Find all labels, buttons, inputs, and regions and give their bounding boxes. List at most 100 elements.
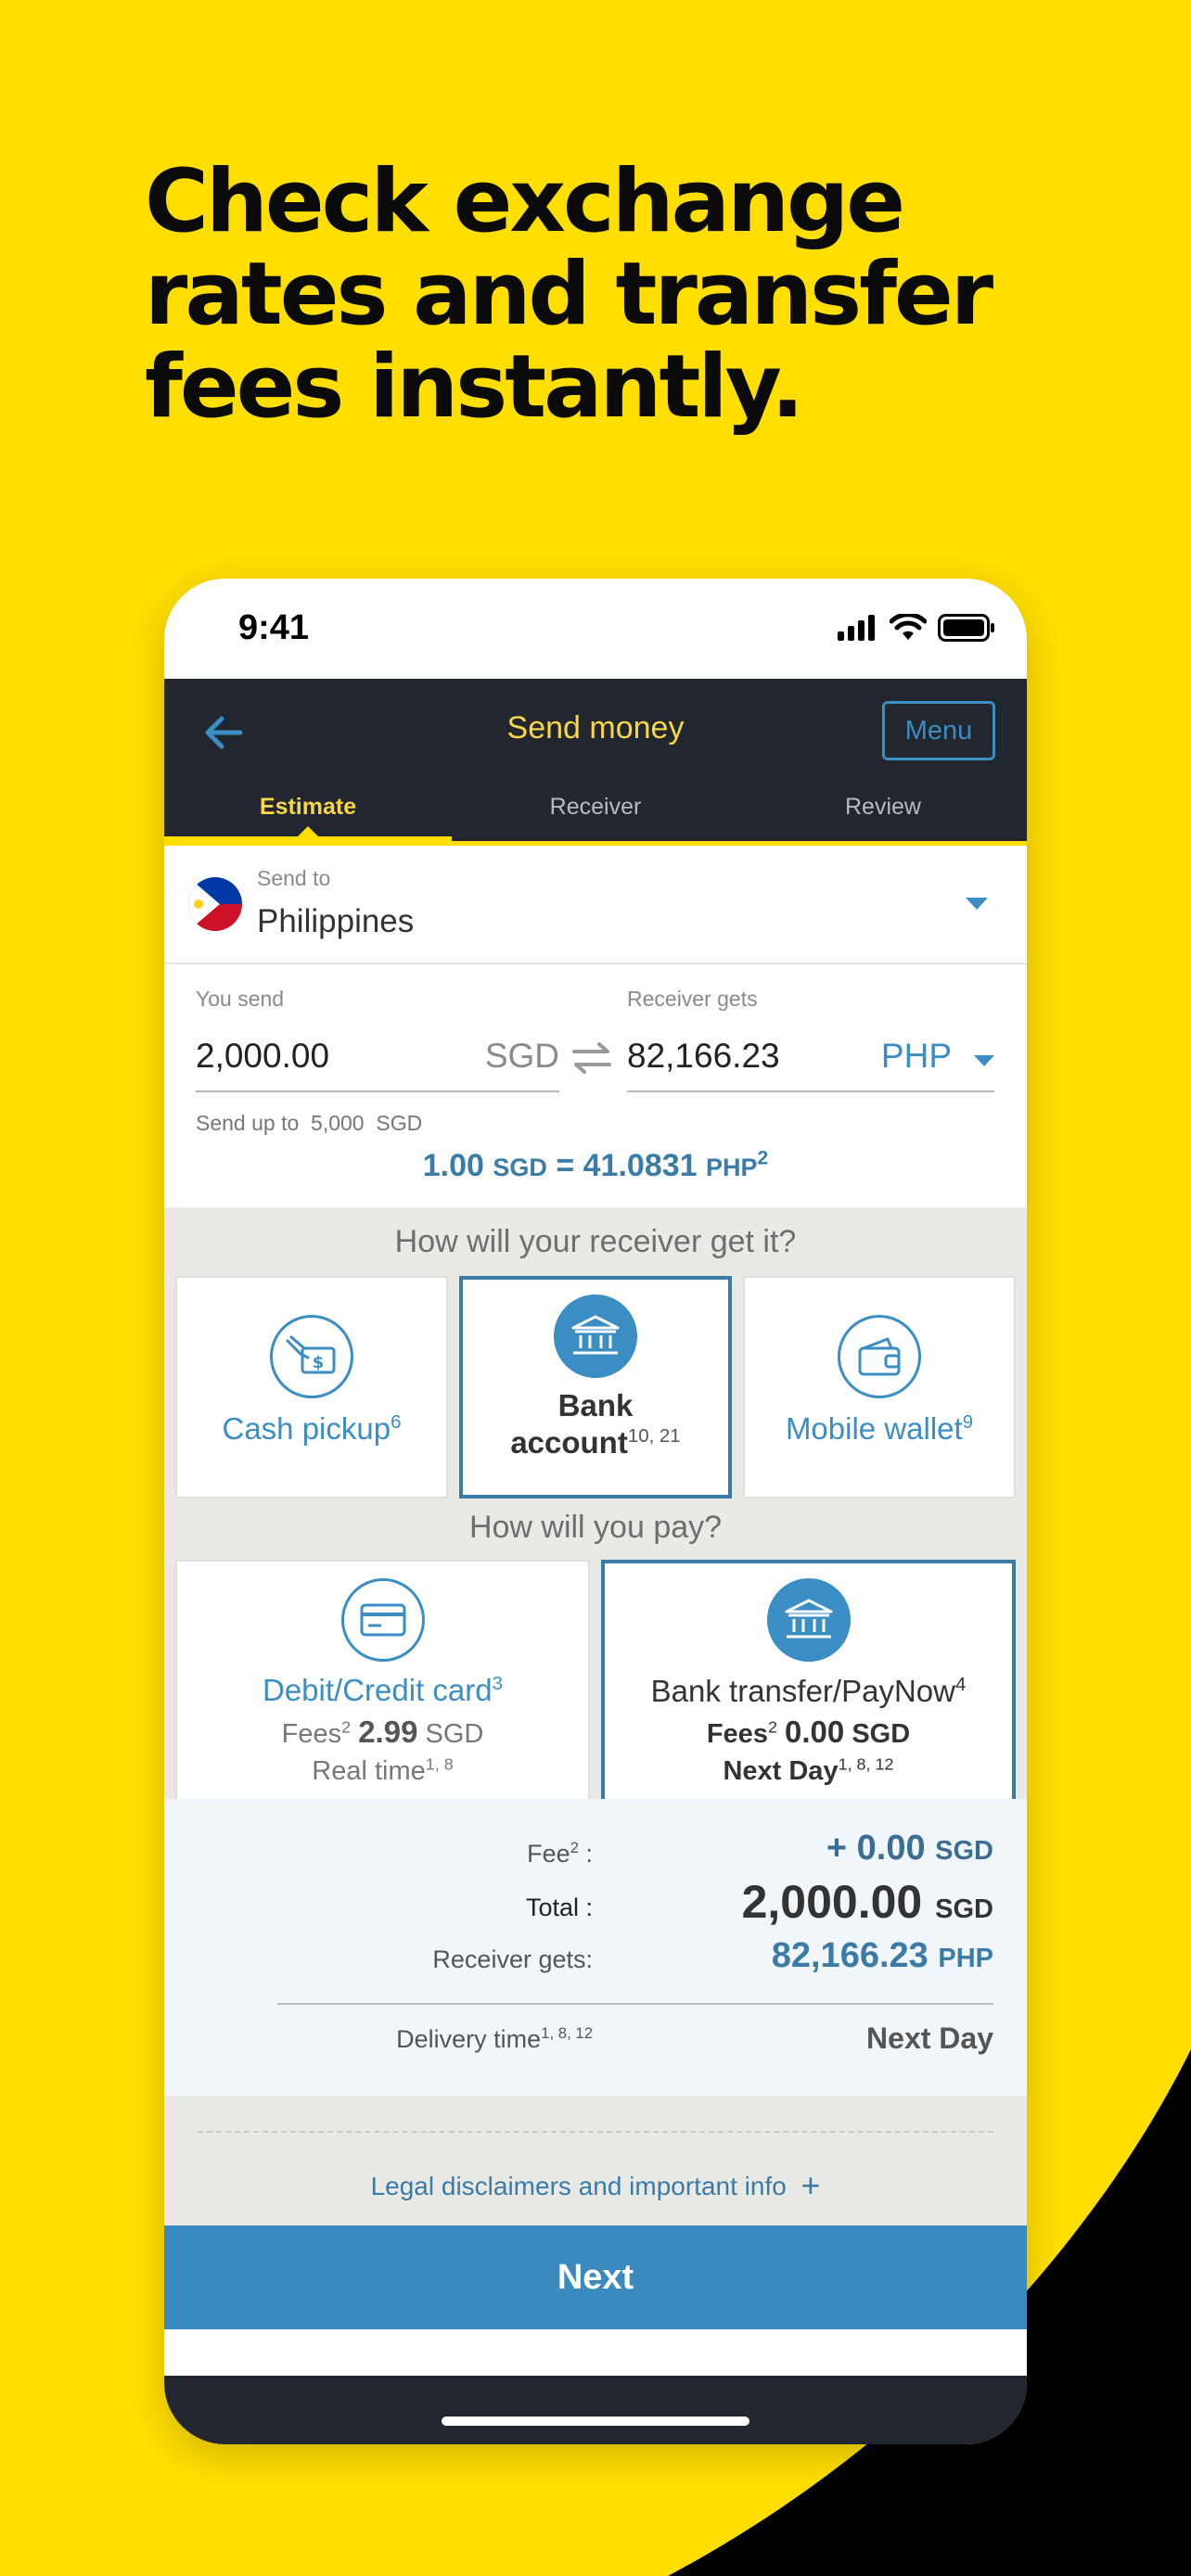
receiver-gets-input[interactable]: 82,166.23 PHP <box>627 1024 994 1092</box>
tab-review[interactable]: Review <box>739 781 1027 841</box>
option-debit-credit-card[interactable]: Debit/Credit card3 Fees2 2.99 SGD Real t… <box>175 1560 590 1817</box>
fee-summary: Fee2 : + 0.00 SGD Total : 2,000.00 SGD R… <box>164 1799 1027 2096</box>
bank-account-line1: Bank <box>557 1388 634 1422</box>
wifi-icon <box>890 614 927 640</box>
card-circle <box>340 1578 425 1662</box>
card-speed-note: 1, 8 <box>425 1754 454 1774</box>
card-fees: Fees2 2.99 SGD <box>177 1714 588 1753</box>
receiver-gets-label: Receiver gets <box>627 987 758 1011</box>
rate-right-currency: PHP <box>706 1154 758 1181</box>
menu-button[interactable]: Menu <box>882 701 995 760</box>
send-limit-prefix: Send up to <box>196 1111 300 1135</box>
cash-pickup-text: Cash pickup <box>222 1411 391 1446</box>
option-bank-account[interactable]: Bank account10, 21 <box>459 1276 732 1498</box>
status-time: 9:41 <box>238 608 310 647</box>
total-amount: 2,000.00 SGD <box>742 1875 993 1929</box>
receiver-gets-summary-label: Receiver gets: <box>432 1945 593 1973</box>
mobile-wallet-text: Mobile wallet <box>785 1411 963 1446</box>
rate-equals: = <box>556 1148 575 1183</box>
pay-options: Debit/Credit card3 Fees2 2.99 SGD Real t… <box>164 1560 1027 1817</box>
you-send-input[interactable]: 2,000.00 SGD <box>196 1024 559 1092</box>
you-send-currency: SGD <box>484 1037 559 1075</box>
currency-chevron-down-icon[interactable] <box>974 1055 994 1066</box>
receive-options: $ Cash pickup6 Bank account10, 21 Mobile… <box>164 1276 1027 1498</box>
tab-review-label: Review <box>845 794 921 820</box>
headline-line-3: fees instantly. <box>145 337 804 438</box>
card-speed-text: Real time <box>312 1756 426 1786</box>
fee-label-text: Fee <box>527 1840 570 1868</box>
headline-line-1: Check exchange <box>145 151 905 252</box>
bank-transfer-fees: Fees2 0.00 SGD <box>605 1714 1012 1753</box>
card-fees-note: 2 <box>341 1717 352 1737</box>
phone-screen: 9:41 Send money Menu Estimate Receiver R… <box>164 579 1027 2444</box>
bank-transfer-speed: Next Day1, 8, 12 <box>605 1753 1012 1790</box>
total-label: Total : <box>525 1894 593 1921</box>
delivery-time-text: Delivery time <box>396 2025 542 2053</box>
bank-account-label: Bank account10, 21 <box>463 1387 728 1461</box>
you-send-label: You send <box>196 987 285 1011</box>
svg-text:$: $ <box>313 1353 325 1372</box>
headline-line-2: rates and transfer <box>145 244 993 345</box>
legal-disclaimers-text: Legal disclaimers and important info <box>370 2172 787 2200</box>
delivery-time-value: Next Day <box>866 2021 993 2055</box>
bank-account-line2: account <box>510 1425 628 1460</box>
rate-left-value: 1.00 <box>422 1148 484 1183</box>
cash-pickup-note: 6 <box>391 1411 402 1433</box>
bank-transfer-circle <box>766 1578 851 1662</box>
home-indicator[interactable] <box>442 2417 749 2426</box>
bank-transfer-fees-currency: SGD <box>852 1719 911 1749</box>
card-label: Debit/Credit card3 <box>177 1673 588 1708</box>
receiver-gets-amount: 82,166.23 <box>627 1037 780 1075</box>
legal-disclaimers-link[interactable]: Legal disclaimers and important info + <box>164 2166 1027 2205</box>
tab-receiver[interactable]: Receiver <box>452 781 739 841</box>
status-icons <box>838 614 995 642</box>
summary-divider <box>277 2003 993 2005</box>
send-limit-amount: 5,000 <box>311 1111 365 1135</box>
receive-method-section: How will your receiver get it? $ Cash pi… <box>164 1207 1027 1502</box>
step-tabs: Estimate Receiver Review <box>164 781 1027 846</box>
total-currency: SGD <box>935 1894 993 1924</box>
delivery-time-label: Delivery time1, 8, 12 <box>396 2025 593 2054</box>
option-bank-transfer-paynow[interactable]: Bank transfer/PayNow4 Fees2 0.00 SGD Nex… <box>601 1560 1016 1817</box>
option-mobile-wallet[interactable]: Mobile wallet9 <box>743 1276 1016 1498</box>
receiver-currency-select[interactable]: PHP <box>881 1037 952 1076</box>
rate-note: 2 <box>757 1147 769 1169</box>
app-bar: Send money Menu Estimate Receiver Review <box>164 679 1027 846</box>
amount-section: You send Receiver gets 2,000.00 SGD 82,1… <box>164 964 1027 1207</box>
exchange-rate: 1.00 SGD = 41.0831 PHP2 <box>164 1148 1027 1184</box>
pay-question: How will you pay? <box>468 1510 723 1545</box>
bank-transfer-note: 4 <box>954 1674 967 1695</box>
rate-left-currency: SGD <box>493 1154 547 1181</box>
fee-currency: SGD <box>935 1836 993 1866</box>
delivery-time-note: 1, 8, 12 <box>541 2024 593 2042</box>
tab-estimate[interactable]: Estimate <box>164 781 452 846</box>
card-fees-label: Fees <box>281 1719 342 1749</box>
bank-transfer-fees-value: 0.00 <box>785 1715 845 1749</box>
credit-card-icon <box>360 1603 405 1637</box>
option-cash-pickup[interactable]: $ Cash pickup6 <box>175 1276 448 1498</box>
wallet-icon <box>858 1337 901 1376</box>
bank-transfer-label: Bank transfer/PayNow4 <box>605 1673 1012 1710</box>
next-button[interactable]: Next <box>164 2225 1027 2329</box>
dashed-divider <box>198 2131 993 2133</box>
card-fees-currency: SGD <box>425 1719 484 1749</box>
bank-transfer-fees-label: Fees <box>706 1719 768 1749</box>
mobile-wallet-label: Mobile wallet9 <box>745 1411 1014 1447</box>
bank-transfer-speed-note: 1, 8, 12 <box>838 1754 894 1774</box>
total-value: 2,000.00 <box>741 1876 923 1928</box>
send-to-selector[interactable]: Send to Philippines <box>164 846 1027 964</box>
legal-section: Legal disclaimers and important info + <box>164 2096 1027 2225</box>
fee-value: + 0.00 <box>826 1829 926 1868</box>
swap-arrows-icon <box>572 1042 611 1074</box>
chevron-down-icon[interactable] <box>966 898 988 910</box>
headline: Check exchange rates and transfer fees i… <box>145 156 1128 434</box>
tab-estimate-label: Estimate <box>259 794 357 820</box>
bank-account-circle <box>554 1294 637 1378</box>
bank-transfer-fees-note: 2 <box>767 1717 777 1737</box>
receiver-gets-summary: 82,166.23 PHP <box>772 1936 993 1976</box>
battery-icon <box>938 614 994 642</box>
send-limit: Send up to 5,000 SGD <box>196 1111 422 1136</box>
payment-method-section: How will you pay? Debit/Credit card3 Fee… <box>164 1502 1027 1817</box>
plus-icon: + <box>800 2166 821 2204</box>
mobile-wallet-note: 9 <box>962 1411 974 1433</box>
